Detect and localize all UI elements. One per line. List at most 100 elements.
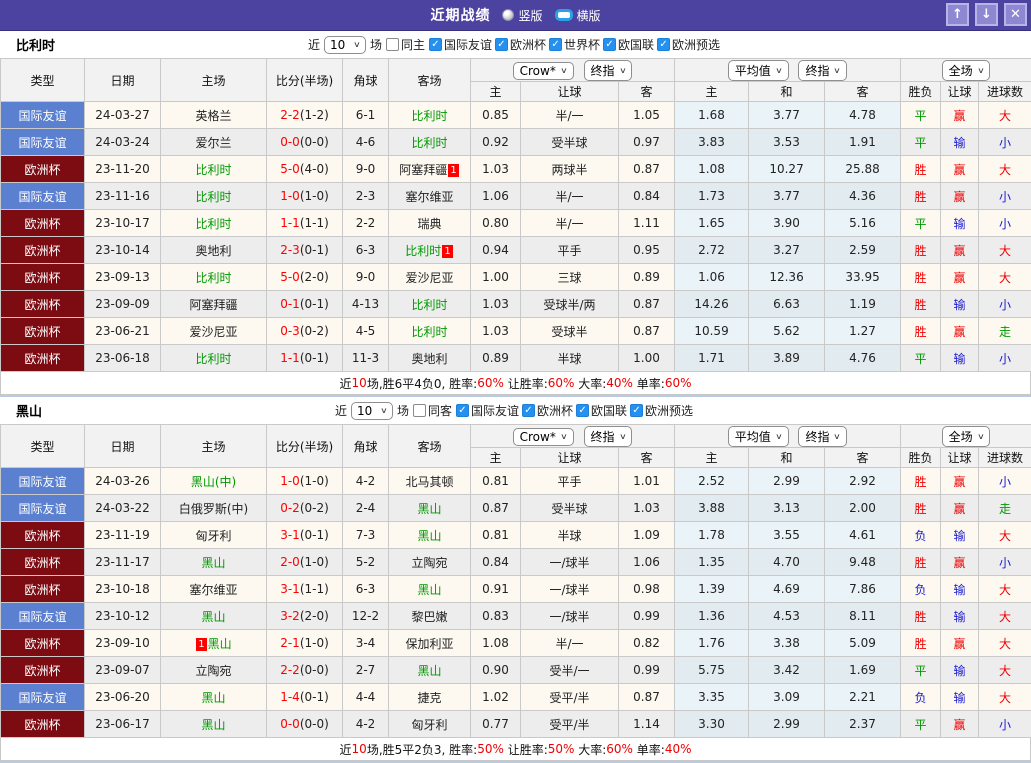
same-venue-checkbox[interactable]: 同主 xyxy=(386,36,425,53)
home-team: 比利时 xyxy=(161,210,267,237)
match-row: 欧洲杯 23-06-17 黑山 0-0(0-0) 4-2 匈牙利 0.77 受平… xyxy=(1,711,1031,738)
competition-label[interactable]: 欧国联 xyxy=(591,402,627,419)
bookmaker-select[interactable]: Crow*∨ xyxy=(513,62,574,80)
halftime-score: (1-1) xyxy=(300,216,329,230)
score: 1-0(1-0) xyxy=(267,183,343,210)
home-team: 奥地利 xyxy=(161,237,267,264)
checkbox-checked-icon[interactable]: ✓ xyxy=(630,404,643,417)
result: 胜 xyxy=(901,183,941,210)
scope-select[interactable]: 全场∨ xyxy=(942,426,991,447)
checkbox-checked-icon[interactable]: ✓ xyxy=(549,38,562,51)
competition-checkbox[interactable]: ✓欧国联 xyxy=(603,36,654,53)
close-button[interactable]: ✕ xyxy=(1004,3,1027,26)
competition-checkbox[interactable]: ✓欧洲预选 xyxy=(630,402,693,419)
radio-vertical[interactable]: 竖版 xyxy=(502,7,542,24)
avg-home-odds: 3.30 xyxy=(675,711,749,738)
result: 胜 xyxy=(901,237,941,264)
handicap-result: 输 xyxy=(941,345,979,372)
checkbox-checked-icon[interactable]: ✓ xyxy=(456,404,469,417)
match-count-select[interactable]: 10 ∨ xyxy=(351,402,393,420)
result: 负 xyxy=(901,522,941,549)
match-date: 23-11-20 xyxy=(85,156,161,183)
match-type: 欧洲杯 xyxy=(1,318,85,345)
handicap-result: 赢 xyxy=(941,549,979,576)
competition-checkbox[interactable]: ✓欧洲预选 xyxy=(657,36,720,53)
goals-result-text: 小 xyxy=(999,298,1011,312)
competition-label[interactable]: 欧洲预选 xyxy=(645,402,693,419)
scope-group-header: 全场∨ xyxy=(901,425,1031,448)
same-venue-label[interactable]: 同客 xyxy=(428,402,452,419)
handicap-line: 一/球半 xyxy=(521,603,619,630)
bookmaker-select[interactable]: Crow*∨ xyxy=(513,428,574,446)
handicap-result-text: 赢 xyxy=(954,244,966,258)
final-odds-select-2[interactable]: 终指∨ xyxy=(798,426,847,447)
goals-result-text: 小 xyxy=(999,556,1011,570)
handicap-line: 半/一 xyxy=(521,102,619,129)
competition-checkbox[interactable]: ✓欧洲杯 xyxy=(522,402,573,419)
match-type: 欧洲杯 xyxy=(1,210,85,237)
match-count-select[interactable]: 10 ∨ xyxy=(324,36,366,54)
away-team: 保加利亚 xyxy=(389,630,471,657)
team-text: 黑山 xyxy=(201,691,225,705)
checkbox-checked-icon[interactable]: ✓ xyxy=(522,404,535,417)
team-text: 比利时 xyxy=(195,352,231,366)
scope-select[interactable]: 全场∨ xyxy=(942,60,991,81)
checkbox-checked-icon[interactable]: ✓ xyxy=(495,38,508,51)
summary-part: 大率: xyxy=(574,375,606,392)
score: 0-3(0-2) xyxy=(267,318,343,345)
checkbox-unchecked-icon[interactable] xyxy=(386,38,399,51)
match-date: 23-06-17 xyxy=(85,711,161,738)
handicap-away-odds: 0.98 xyxy=(619,576,675,603)
checkbox-checked-icon[interactable]: ✓ xyxy=(576,404,589,417)
team-text: 捷克 xyxy=(417,691,441,705)
scroll-up-button[interactable]: ↑ xyxy=(946,3,969,26)
average-select[interactable]: 平均值∨ xyxy=(728,426,789,447)
final-odds-select[interactable]: 终指∨ xyxy=(584,426,633,447)
competition-label[interactable]: 欧洲杯 xyxy=(510,36,546,53)
filters: 近 10 ∨ 场 同主 ✓国际友谊✓欧洲杯✓世界杯✓欧国联✓欧洲预选 xyxy=(306,36,725,54)
handicap-result: 输 xyxy=(941,576,979,603)
competition-label[interactable]: 欧国联 xyxy=(618,36,654,53)
home-team: 塞尔维亚 xyxy=(161,576,267,603)
competition-label[interactable]: 国际友谊 xyxy=(471,402,519,419)
radio-unselected-icon[interactable] xyxy=(502,9,514,21)
competition-checkbox[interactable]: ✓世界杯 xyxy=(549,36,600,53)
summary-part: 10 xyxy=(352,742,367,756)
goals-result: 小 xyxy=(979,210,1031,237)
competition-label[interactable]: 世界杯 xyxy=(564,36,600,53)
match-date: 23-11-19 xyxy=(85,522,161,549)
final-odds-select[interactable]: 终指∨ xyxy=(584,60,633,81)
radio-vertical-label[interactable]: 竖版 xyxy=(518,7,542,24)
competition-label[interactable]: 欧洲预选 xyxy=(672,36,720,53)
home-team: 比利时 xyxy=(161,264,267,291)
chevron-down-icon: ∨ xyxy=(619,66,627,75)
competition-checkbox[interactable]: ✓欧国联 xyxy=(576,402,627,419)
avg-away-odds: 2.59 xyxy=(825,237,901,264)
avg-home-odds: 1.35 xyxy=(675,549,749,576)
final-odds-select-2[interactable]: 终指∨ xyxy=(798,60,847,81)
radio-selected-icon[interactable] xyxy=(555,9,573,21)
radio-horizontal[interactable]: 横版 xyxy=(555,7,601,24)
checkbox-unchecked-icon[interactable] xyxy=(413,404,426,417)
scroll-down-button[interactable]: ↓ xyxy=(975,3,998,26)
competition-checkbox[interactable]: ✓欧洲杯 xyxy=(495,36,546,53)
match-row: 国际友谊 24-03-22 白俄罗斯(中) 0-2(0-2) 2-4 黑山 0.… xyxy=(1,495,1031,522)
checkbox-checked-icon[interactable]: ✓ xyxy=(429,38,442,51)
checkbox-checked-icon[interactable]: ✓ xyxy=(603,38,616,51)
match-type: 欧洲杯 xyxy=(1,345,85,372)
handicap-result-text: 输 xyxy=(954,352,966,366)
competition-checkbox[interactable]: ✓国际友谊 xyxy=(456,402,519,419)
competition-checkbox[interactable]: ✓国际友谊 xyxy=(429,36,492,53)
handicap-result: 赢 xyxy=(941,237,979,264)
checkbox-checked-icon[interactable]: ✓ xyxy=(657,38,670,51)
team-text: 黎巴嫩 xyxy=(411,610,447,624)
average-select[interactable]: 平均值∨ xyxy=(728,60,789,81)
radio-horizontal-label[interactable]: 横版 xyxy=(577,7,601,24)
competition-label[interactable]: 欧洲杯 xyxy=(537,402,573,419)
bookmaker-select-value: Crow* xyxy=(520,430,556,444)
handicap-line: 半/一 xyxy=(521,210,619,237)
same-venue-checkbox[interactable]: 同客 xyxy=(413,402,452,419)
competition-label[interactable]: 国际友谊 xyxy=(444,36,492,53)
match-date: 24-03-22 xyxy=(85,495,161,522)
same-venue-label[interactable]: 同主 xyxy=(401,36,425,53)
